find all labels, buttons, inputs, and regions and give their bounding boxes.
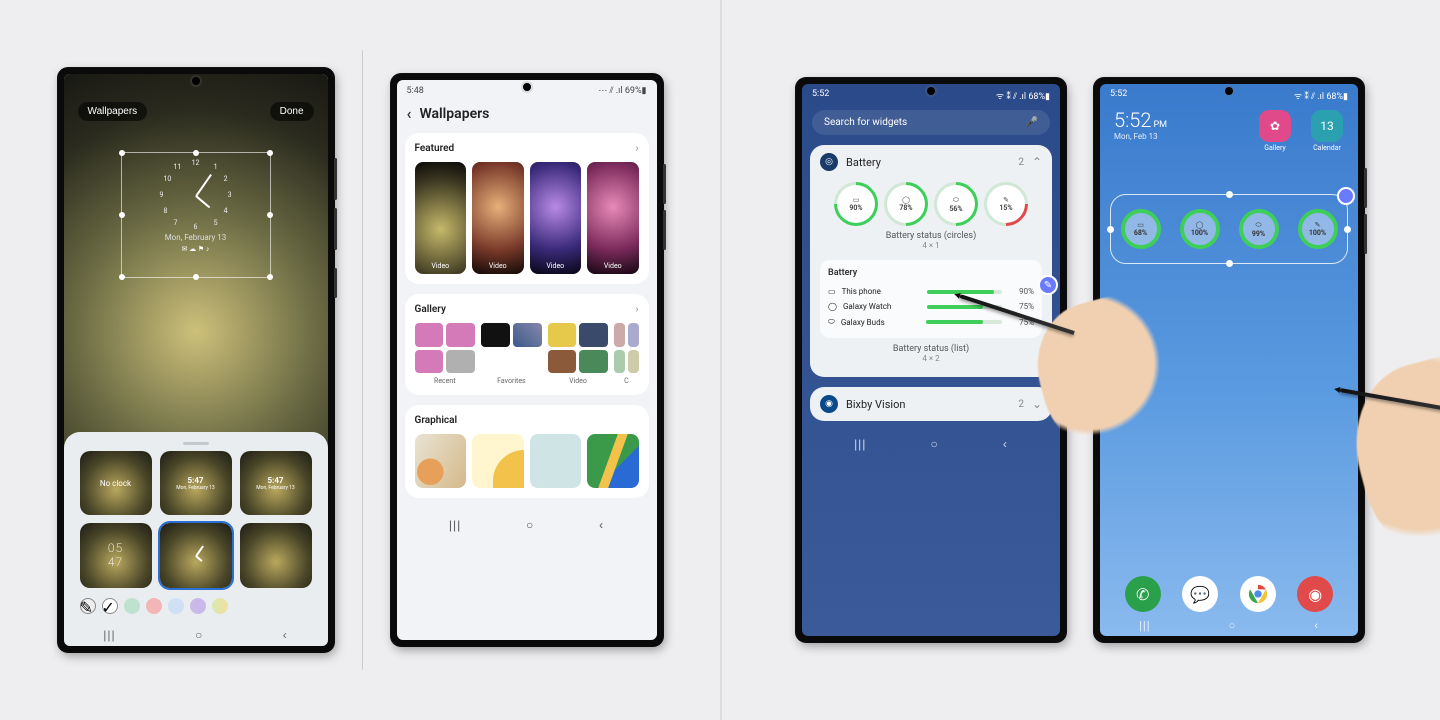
status-time: 5:52 bbox=[1110, 89, 1127, 102]
nav-recent-icon[interactable]: ||| bbox=[1139, 620, 1151, 632]
widget-name: Battery status (circles) bbox=[820, 231, 1042, 241]
featured-section: Featured › Video Video Video Video bbox=[405, 133, 649, 284]
color-swatch[interactable]: ✎ bbox=[80, 598, 96, 614]
mic-icon[interactable]: 🎤 bbox=[1026, 117, 1038, 128]
status-icons: ᯤ ⁑ ⫽ .ıl 68%▮ bbox=[996, 89, 1050, 102]
gallery-category[interactable]: Recent bbox=[415, 323, 476, 385]
page-title: Wallpapers bbox=[419, 106, 489, 122]
dock-messages-icon[interactable]: 💬 bbox=[1182, 576, 1218, 612]
color-swatch[interactable] bbox=[168, 598, 184, 614]
drag-handle-icon[interactable] bbox=[183, 442, 209, 445]
phone-widget-picker: 5:52 ᯤ ⁑ ⫽ .ıl 68%▮ Search for widgets 🎤… bbox=[796, 78, 1066, 642]
nav-back-icon[interactable]: ‹ bbox=[283, 628, 288, 642]
edit-badge-icon[interactable]: ✎ bbox=[1038, 275, 1058, 295]
dock-camera-icon[interactable]: ◉ bbox=[1297, 576, 1333, 612]
wallpaper-thumb[interactable]: Video bbox=[415, 162, 467, 274]
chevron-up-icon[interactable]: ⌃ bbox=[1032, 155, 1042, 169]
bixby-category-icon: ◉ bbox=[820, 395, 838, 413]
clock-date: Mon, February 13 bbox=[122, 233, 270, 242]
widget-placement-frame[interactable]: ▭68% ◯100% ⬭99% ✎100% bbox=[1110, 194, 1348, 264]
nav-back-icon[interactable]: ‹ bbox=[1314, 620, 1319, 632]
left-panel: Wallpapers Done 12 3 6 9 1 2 4 5 7 8 bbox=[0, 0, 720, 720]
color-swatch-selected[interactable]: ✓ bbox=[102, 598, 118, 614]
battery-circles-widget-preview[interactable]: ▭90% ◯78% ⬭56% ✎15% bbox=[820, 185, 1042, 223]
nav-recent-icon[interactable]: ||| bbox=[449, 518, 461, 532]
battery-circle: ▭68% bbox=[1121, 209, 1161, 249]
widget-name: Battery status (list) bbox=[820, 344, 1042, 354]
section-title: Graphical bbox=[415, 415, 458, 426]
calendar-icon: 13 bbox=[1311, 110, 1343, 142]
nav-home-icon[interactable]: ○ bbox=[195, 628, 203, 642]
clock-shortcut-icons: ✉ ☁ ⚑ ♪ bbox=[122, 245, 270, 253]
nav-home-icon[interactable]: ○ bbox=[1229, 620, 1237, 632]
widget-category-battery: ◎ Battery 2 ⌃ ✎ ▭90% ◯78% ⬭56% ✎15% Batt… bbox=[810, 145, 1052, 377]
status-icons: ᯤ ⁑ ⫽ .ıl 68%▮ bbox=[1294, 89, 1348, 102]
app-gallery[interactable]: ✿ Gallery bbox=[1254, 110, 1296, 152]
dock-phone-icon[interactable]: ✆ bbox=[1125, 576, 1161, 612]
category-title: Battery bbox=[846, 156, 1010, 169]
widget-dimensions: 4 × 2 bbox=[820, 354, 1042, 363]
search-placeholder: Search for widgets bbox=[824, 117, 907, 128]
color-swatch[interactable] bbox=[146, 598, 162, 614]
category-count: 2 bbox=[1018, 157, 1024, 168]
app-calendar[interactable]: 13 Calendar bbox=[1306, 110, 1348, 152]
status-time: 5:52 bbox=[812, 89, 829, 102]
wallpaper-thumb[interactable] bbox=[415, 434, 467, 488]
color-swatch[interactable] bbox=[212, 598, 228, 614]
clock-style-option-selected[interactable] bbox=[160, 523, 232, 587]
status-time: 5:48 bbox=[407, 86, 424, 96]
clock-widget-selection[interactable]: 12 3 6 9 1 2 4 5 7 8 10 11 Mon, February… bbox=[121, 152, 271, 278]
edit-badge-icon[interactable] bbox=[1337, 187, 1355, 205]
done-button[interactable]: Done bbox=[270, 102, 314, 121]
gallery-icon: ✿ bbox=[1259, 110, 1291, 142]
section-title: Gallery bbox=[415, 304, 446, 315]
wallpapers-button[interactable]: Wallpapers bbox=[78, 102, 148, 121]
nav-back-icon[interactable]: ‹ bbox=[1003, 437, 1008, 451]
clock-style-option[interactable]: · bbox=[240, 523, 312, 587]
phone-wallpaper-picker: 5:48 ⋯ ⫽ .ıl 69%▮ ‹ Wallpapers Featured … bbox=[391, 74, 663, 646]
wallpaper-thumb[interactable]: Video bbox=[530, 162, 582, 274]
chevron-right-icon[interactable]: › bbox=[635, 304, 638, 315]
clock-style-option[interactable]: 5:47Mon, February 13 bbox=[160, 451, 232, 515]
gallery-category[interactable]: C bbox=[614, 323, 638, 385]
category-title: Bixby Vision bbox=[846, 398, 1010, 411]
battery-category-icon: ◎ bbox=[820, 153, 838, 171]
nav-recent-icon[interactable]: ||| bbox=[854, 437, 866, 451]
back-icon[interactable]: ‹ bbox=[407, 104, 412, 123]
color-swatch[interactable] bbox=[190, 598, 206, 614]
nav-home-icon[interactable]: ○ bbox=[526, 518, 534, 532]
graphical-section: Graphical bbox=[405, 405, 649, 498]
clock-style-option[interactable]: 0547 bbox=[80, 523, 152, 587]
analog-clock-icon: 12 3 6 9 1 2 4 5 7 8 10 11 bbox=[160, 159, 232, 231]
wallpaper-thumb[interactable] bbox=[587, 434, 639, 488]
chevron-right-icon[interactable]: › bbox=[635, 143, 638, 154]
gallery-category[interactable]: Video bbox=[548, 323, 609, 385]
widget-dimensions: 4 × 1 bbox=[820, 241, 1042, 250]
battery-circle: ▭90% bbox=[837, 185, 875, 223]
wallpaper-thumb[interactable] bbox=[472, 434, 524, 488]
clock-style-tray[interactable]: No clock 5:47Mon, February 13 5:47Mon, F… bbox=[64, 432, 328, 646]
phone-lockscreen-editor: Wallpapers Done 12 3 6 9 1 2 4 5 7 8 bbox=[58, 68, 334, 652]
gallery-section: Gallery › Recent bbox=[405, 294, 649, 395]
wallpaper-thumb[interactable]: Video bbox=[472, 162, 524, 274]
section-title: Featured bbox=[415, 143, 455, 154]
chevron-down-icon[interactable]: ⌄ bbox=[1032, 397, 1042, 411]
dock-chrome-icon[interactable] bbox=[1240, 576, 1276, 612]
widget-category-bixby[interactable]: ◉ Bixby Vision 2 ⌄ bbox=[810, 387, 1052, 421]
category-count: 2 bbox=[1018, 399, 1024, 410]
status-icons: ⋯ ⫽ .ıl 69%▮ bbox=[598, 86, 646, 96]
battery-list-widget-preview[interactable]: Battery ▭This phone90% ◯Galaxy Watch75% … bbox=[820, 260, 1042, 338]
nav-home-icon[interactable]: ○ bbox=[931, 437, 939, 451]
nav-recent-icon[interactable]: ||| bbox=[103, 628, 115, 642]
wallpaper-thumb[interactable] bbox=[530, 434, 582, 488]
clock-style-option[interactable]: No clock bbox=[80, 451, 152, 515]
nav-back-icon[interactable]: ‹ bbox=[599, 518, 604, 532]
wallpaper-thumb[interactable]: Video bbox=[587, 162, 639, 274]
gallery-category[interactable]: Favorites bbox=[481, 323, 542, 385]
clock-style-option[interactable]: 5:47Mon, February 13 bbox=[240, 451, 312, 515]
widget-search-input[interactable]: Search for widgets 🎤 bbox=[812, 110, 1050, 135]
color-swatch[interactable] bbox=[124, 598, 140, 614]
